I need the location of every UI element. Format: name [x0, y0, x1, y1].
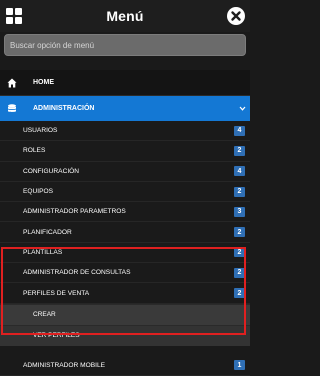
submenu-item-label: ADMINISTRADOR PARAMETROS	[23, 208, 126, 216]
home-icon	[7, 78, 17, 87]
submenu-item-perfiles-de-venta[interactable]: PERFILES DE VENTA 2	[0, 283, 250, 304]
submenu-item-label: USUARIOS	[23, 127, 58, 135]
menu-item-home-label: HOME	[33, 79, 54, 86]
count-badge: 3	[234, 206, 245, 217]
count-badge: 1	[234, 360, 245, 371]
count-badge: 2	[234, 288, 245, 299]
menu-title: Menú	[106, 8, 144, 24]
submenu-item-plantillas[interactable]: PLANTILLAS 2	[0, 242, 250, 264]
submenu-item-usuarios[interactable]: USUARIOS 4	[0, 121, 250, 142]
submenu-item-label: PLANTILLAS	[23, 248, 63, 256]
search-container	[0, 32, 250, 60]
submenu-item-label: ADMINISTRADOR DE CONSULTAS	[23, 269, 131, 277]
close-icon[interactable]	[226, 6, 246, 26]
submenu-item-crear[interactable]: CREAR	[0, 303, 250, 325]
menu-item-administracion[interactable]: ADMINISTRACIÓN	[0, 96, 250, 121]
submenu-item-ver-perfiles[interactable]: VER PERFILES	[0, 324, 250, 346]
count-badge: 2	[234, 247, 245, 258]
menu-item-administracion-label: ADMINISTRACIÓN	[33, 105, 95, 112]
count-badge: 2	[234, 267, 245, 278]
menu-item-home[interactable]: HOME	[0, 70, 250, 96]
submenu-item-administrador-mobile[interactable]: ADMINISTRADOR MOBILE 1	[0, 355, 250, 376]
submenu-item-label: PLANIFICADOR	[23, 228, 72, 236]
submenu-item-label: ROLES	[23, 147, 46, 155]
submenu-item-configuracion[interactable]: CONFIGURACIÓN 4	[0, 161, 250, 182]
count-badge: 2	[234, 145, 245, 156]
count-badge: 4	[234, 166, 245, 177]
submenu-item-equipos[interactable]: EQUIPOS 2	[0, 181, 250, 203]
submenu-item-roles[interactable]: ROLES 2	[0, 141, 250, 162]
database-icon	[8, 103, 16, 112]
submenu-item-planificador[interactable]: PLANIFICADOR 2	[0, 222, 250, 243]
menu-header: Menú	[0, 0, 250, 32]
submenu-item-administrador-consultas[interactable]: ADMINISTRADOR DE CONSULTAS 2	[0, 263, 250, 284]
chevron-down-icon[interactable]	[239, 105, 246, 112]
grid-icon[interactable]	[5, 7, 23, 25]
submenu-item-label: CREAR	[33, 311, 56, 319]
search-input[interactable]	[4, 34, 246, 56]
submenu-item-label: PERFILES DE VENTA	[23, 289, 90, 297]
submenu-item-label: ADMINISTRADOR MOBILE	[23, 361, 106, 369]
count-badge: 2	[234, 227, 245, 238]
submenu-item-label: EQUIPOS	[23, 188, 54, 196]
submenu-item-label: CONFIGURACIÓN	[23, 167, 80, 175]
count-badge: 4	[234, 125, 245, 136]
submenu-item-label: VER PERFILES	[33, 332, 80, 340]
submenu-item-administrador-parametros[interactable]: ADMINISTRADOR PARAMETROS 3	[0, 202, 250, 223]
spacer	[0, 60, 250, 70]
count-badge: 2	[234, 186, 245, 197]
